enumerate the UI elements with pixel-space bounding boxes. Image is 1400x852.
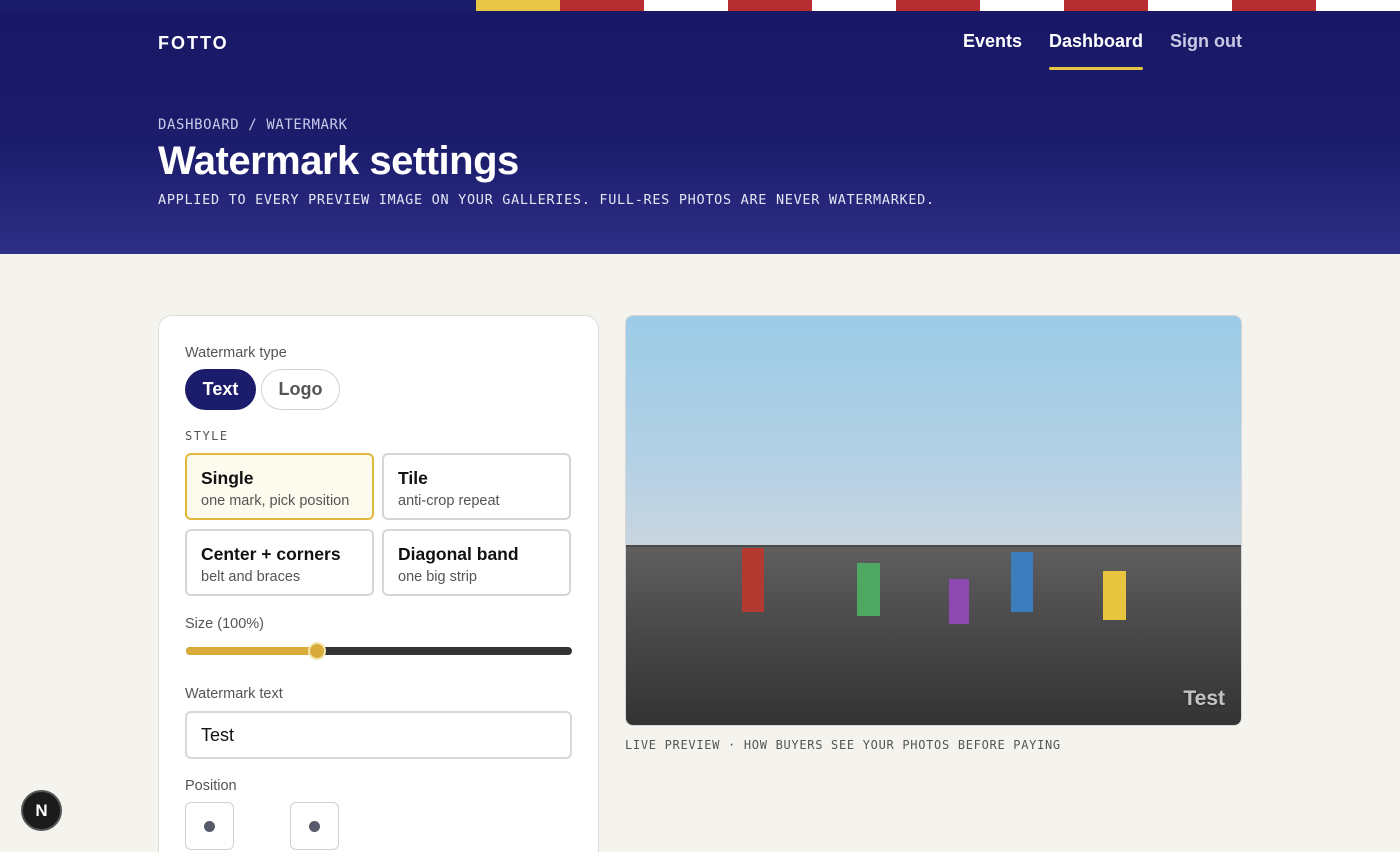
brand-logo[interactable]: FOTTO (158, 33, 229, 54)
style-card-title: Diagonal band (398, 544, 519, 564)
flag-segment (728, 0, 812, 11)
type-text-button[interactable]: Text (185, 369, 256, 410)
style-tile-card[interactable]: Tile anti-crop repeat (382, 453, 571, 520)
style-card-subtitle: anti-crop repeat (398, 493, 500, 509)
hero-header: FOTTO Events Dashboard Sign out DASHBOAR… (0, 11, 1400, 254)
breadcrumb: DASHBOARD / WATERMARK (158, 117, 348, 133)
watermark-overlay-text: Test (1183, 687, 1225, 710)
watermark-type-label: Watermark type (185, 345, 287, 361)
type-logo-button[interactable]: Logo (261, 369, 340, 410)
preview-bar (857, 563, 880, 616)
preview-bar (742, 548, 764, 612)
flag-segment (896, 0, 980, 11)
flag-strip (0, 0, 1400, 11)
flag-segment (0, 0, 476, 11)
dot-icon (204, 820, 215, 832)
flag-segment (644, 0, 728, 11)
style-card-subtitle: one mark, pick position (201, 493, 350, 509)
watermark-text-input[interactable] (185, 711, 572, 759)
live-preview-image: Test (625, 315, 1242, 726)
size-slider-thumb[interactable] (308, 642, 327, 660)
watermark-text-label: Watermark text (185, 686, 283, 702)
preview-ground (626, 545, 1241, 725)
size-label: Size (100%) (185, 616, 264, 632)
style-center-corners-card[interactable]: Center + corners belt and braces (185, 529, 374, 596)
preview-sky (626, 316, 1241, 545)
dev-tools-badge[interactable]: N (21, 790, 62, 831)
nav-events[interactable]: Events (963, 31, 1022, 70)
position-option[interactable] (185, 802, 234, 850)
nav-dashboard[interactable]: Dashboard (1048, 31, 1144, 70)
nav-sign-out[interactable]: Sign out (1170, 31, 1242, 70)
settings-panel: Watermark type Text Logo STYLE Single on… (158, 315, 599, 852)
main-nav: Events Dashboard Sign out (963, 31, 1242, 70)
position-label: Position (185, 778, 237, 794)
preview-bar (949, 579, 969, 624)
size-slider-fill (186, 647, 318, 655)
style-single-card[interactable]: Single one mark, pick position (185, 453, 374, 520)
position-option[interactable] (290, 802, 339, 850)
preview-bar (1011, 552, 1033, 612)
page-title: Watermark settings (158, 139, 519, 183)
style-card-subtitle: one big strip (398, 569, 477, 585)
flag-segment (812, 0, 896, 11)
flag-segment (1064, 0, 1148, 11)
style-card-title: Tile (398, 468, 428, 488)
preview-bar (1103, 571, 1126, 620)
flag-segment (476, 0, 560, 11)
size-slider[interactable] (186, 642, 572, 660)
page-subtitle: APPLIED TO EVERY PREVIEW IMAGE ON YOUR G… (158, 192, 935, 208)
preview-caption: LIVE PREVIEW · HOW BUYERS SEE YOUR PHOTO… (625, 738, 1061, 752)
flag-segment (1148, 0, 1232, 11)
style-diagonal-band-card[interactable]: Diagonal band one big strip (382, 529, 571, 596)
style-label: STYLE (185, 429, 229, 443)
flag-segment (1316, 0, 1400, 11)
dot-icon (309, 820, 320, 832)
style-card-subtitle: belt and braces (201, 569, 301, 585)
flag-segment (980, 0, 1064, 11)
style-card-title: Center + corners (201, 544, 341, 564)
flag-segment (1232, 0, 1316, 11)
style-card-title: Single (201, 468, 254, 488)
flag-segment (560, 0, 644, 11)
